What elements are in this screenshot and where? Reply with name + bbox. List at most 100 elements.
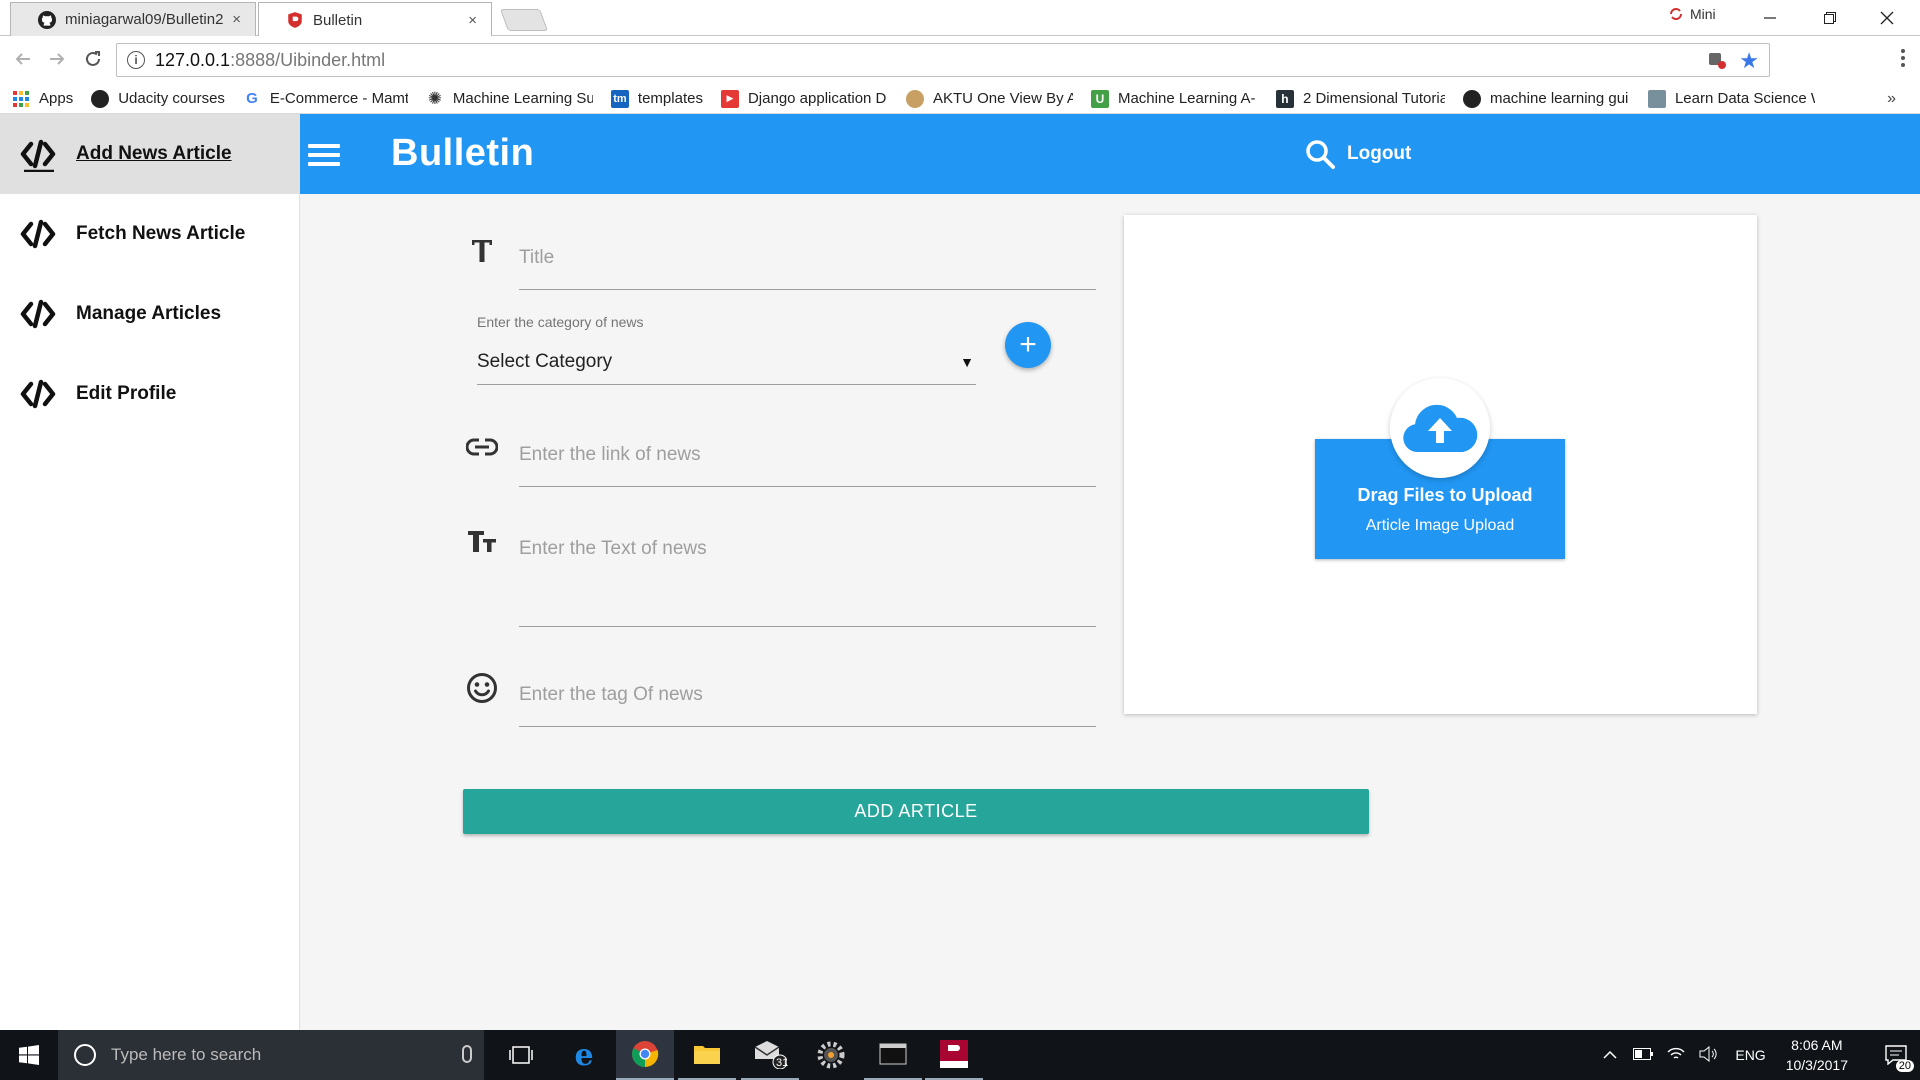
sidebar-item-edit-profile[interactable]: Edit Profile	[0, 354, 300, 434]
title-input[interactable]	[519, 247, 1096, 269]
code-logo-icon	[20, 219, 56, 249]
github-icon	[1462, 89, 1481, 108]
bookmark-ml-az[interactable]: U Machine Learning A-	[1090, 89, 1258, 108]
taskbar-chrome[interactable]	[616, 1030, 674, 1080]
category-select[interactable]: Select Category ▼	[477, 340, 976, 385]
taskbar-edge[interactable]: e	[555, 1030, 613, 1080]
close-tab-icon[interactable]: ×	[232, 11, 241, 28]
sidebar-item-add-news[interactable]: Add News Article	[0, 114, 300, 194]
add-article-button[interactable]: ADD ARTICLE	[463, 789, 1369, 834]
sidebar-item-fetch-news[interactable]: Fetch News Article	[0, 194, 300, 274]
taskbar-search[interactable]: Type here to search	[58, 1030, 484, 1080]
volume-icon[interactable]	[1699, 1045, 1719, 1065]
browser-toolbar: i 127.0.0.1:8888/Uibinder.html ★	[0, 36, 1920, 84]
bookmark-star-icon[interactable]: ★	[1739, 48, 1759, 74]
link-input[interactable]	[519, 444, 1096, 466]
taskbar-terminal[interactable]	[864, 1030, 922, 1080]
microphone-icon[interactable]	[462, 1045, 472, 1063]
hamburger-icon	[308, 144, 340, 148]
text-field	[519, 538, 1096, 627]
close-window-button[interactable]	[1862, 0, 1912, 36]
upload-circle[interactable]	[1390, 378, 1490, 478]
browser-tab-github[interactable]: miniagarwal09/Bulletin2 ×	[10, 2, 256, 36]
bookmark-ml-guide[interactable]: machine learning gui	[1462, 89, 1630, 108]
start-button[interactable]	[0, 1030, 58, 1080]
url-host: 127.0.0.1	[155, 49, 231, 70]
bookmark-django[interactable]: ▶ Django application D	[720, 89, 888, 108]
bookmark-aktu[interactable]: AKTU One View By A	[905, 89, 1073, 108]
text-fields-icon	[465, 524, 499, 558]
bookmark-apps[interactable]: Apps	[12, 90, 73, 108]
action-center-button[interactable]: 20	[1872, 1030, 1920, 1080]
hamburger-line	[308, 162, 340, 166]
bookmarks-overflow-button[interactable]: »	[1887, 90, 1896, 108]
github-icon	[91, 89, 110, 108]
task-view-button[interactable]	[492, 1030, 550, 1080]
erlang-icon	[940, 1040, 968, 1068]
bookmark-templates[interactable]: tm templates	[610, 89, 703, 108]
gear-icon: ✺	[427, 88, 443, 108]
bookmark-data-science[interactable]: Learn Data Science W	[1647, 89, 1815, 108]
minimize-button[interactable]	[1746, 0, 1794, 36]
more-vert-icon	[1901, 49, 1905, 67]
add-category-button[interactable]: +	[1005, 322, 1051, 368]
battery-icon[interactable]	[1633, 1047, 1654, 1063]
language-indicator[interactable]: ENG	[1735, 1047, 1765, 1063]
menu-toggle-button[interactable]	[308, 144, 340, 168]
taskbar-settings-app[interactable]	[802, 1030, 860, 1080]
tag-input[interactable]	[519, 684, 1096, 706]
system-tray: ENG 8:06 AM 10/3/2017 20	[1603, 1030, 1920, 1080]
chevron-up-icon[interactable]	[1603, 1047, 1617, 1063]
bookmark-2d-tutorial[interactable]: h 2 Dimensional Tutoria	[1275, 89, 1445, 108]
sidebar: Add News Article Fetch News Article Mana…	[0, 114, 300, 1030]
taskbar-mail[interactable]: 31	[741, 1030, 799, 1080]
google-icon: G	[246, 90, 258, 107]
new-tab-button[interactable]	[499, 9, 549, 31]
app-brand[interactable]: Bulletin	[391, 132, 534, 175]
bookmark-ml-summary[interactable]: ✺ Machine Learning Su	[426, 88, 593, 108]
close-tab-icon[interactable]: ×	[468, 12, 477, 29]
back-button[interactable]	[10, 46, 36, 72]
news-text-input[interactable]	[519, 538, 1096, 626]
clock-time: 8:06 AM	[1791, 1037, 1843, 1053]
taskbar-file-explorer[interactable]	[678, 1030, 736, 1080]
bookmark-ecommerce[interactable]: G E-Commerce - Mamt	[243, 90, 408, 108]
search-icon[interactable]	[1304, 138, 1336, 170]
address-bar[interactable]: i 127.0.0.1:8888/Uibinder.html ★	[116, 43, 1770, 77]
logout-link[interactable]: Logout	[1347, 143, 1411, 165]
translate-blocked-icon[interactable]	[1707, 50, 1727, 70]
sidebar-item-label: Edit Profile	[76, 383, 177, 404]
cortana-icon	[74, 1044, 96, 1066]
reload-button[interactable]	[80, 46, 106, 72]
arrow-left-icon	[15, 53, 30, 65]
clock[interactable]: 8:06 AM 10/3/2017	[1786, 1035, 1848, 1075]
edge-icon: e	[574, 1037, 594, 1073]
profile-chip[interactable]: Mini	[1668, 6, 1716, 22]
arrow-right-icon	[50, 53, 65, 65]
code-logo-icon	[20, 139, 56, 172]
close-icon	[1880, 11, 1894, 25]
forward-button[interactable]	[44, 46, 70, 72]
plus-icon: +	[1019, 328, 1037, 361]
bookmark-label: AKTU One View By A	[932, 90, 1073, 107]
taskbar-erlang[interactable]	[925, 1030, 983, 1080]
udemy-icon: U	[1090, 89, 1109, 108]
github-icon	[37, 10, 57, 30]
datascience-icon	[1647, 89, 1666, 108]
browser-menu-button[interactable]	[1900, 48, 1906, 68]
restore-button[interactable]	[1806, 0, 1854, 36]
tab-title: Bulletin	[313, 11, 363, 29]
caret-down-icon: ▼	[960, 354, 974, 370]
info-icon[interactable]: i	[127, 51, 145, 69]
bookmark-udacity[interactable]: Udacity courses	[91, 89, 225, 108]
terminal-icon	[879, 1043, 907, 1065]
youtube-icon: ▶	[720, 89, 739, 108]
link-field	[519, 444, 1096, 487]
restore-icon	[1824, 12, 1836, 24]
smiley-icon	[465, 671, 499, 705]
task-view-icon	[509, 1046, 533, 1064]
bookmark-label: Apps	[39, 90, 74, 107]
sidebar-item-manage-articles[interactable]: Manage Articles	[0, 274, 300, 354]
browser-tab-bulletin[interactable]: Bulletin ×	[258, 2, 492, 37]
wifi-icon[interactable]	[1667, 1047, 1685, 1064]
